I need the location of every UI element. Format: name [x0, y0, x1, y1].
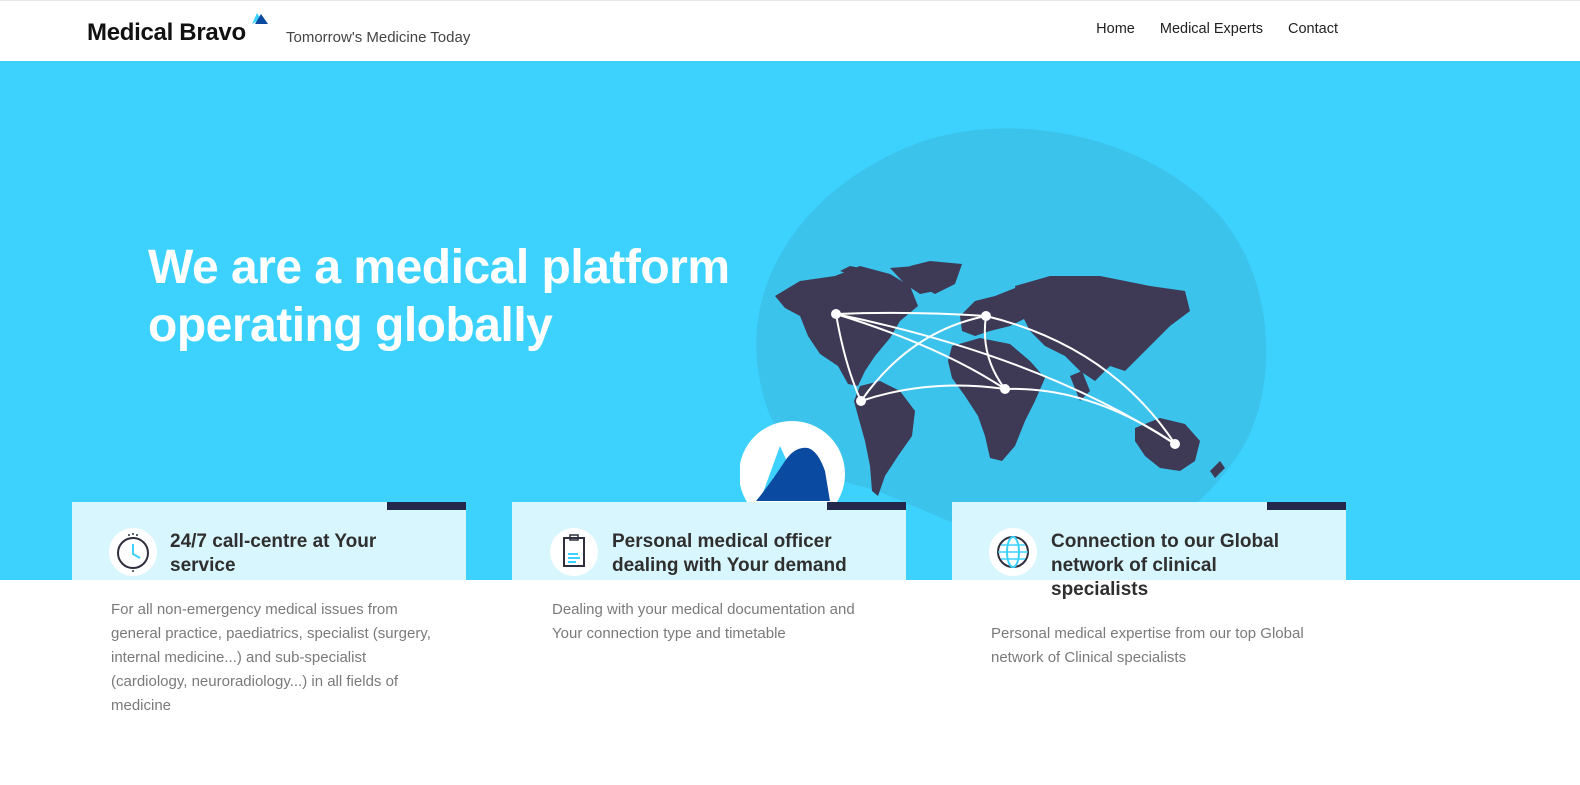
hero-title: We are a medical platform operating glob… [148, 239, 788, 355]
clock-icon [109, 528, 157, 576]
card-accent-bar [387, 502, 466, 510]
hero-title-line-1: We are a medical platform [148, 241, 730, 294]
main-nav: Home Medical Experts Contact [1096, 21, 1338, 37]
card-accent-bar [1267, 502, 1346, 510]
site-header: Medical Bravo Tomorrow's Medicine Today … [0, 0, 1580, 61]
feature-title: 24/7 call-centre at Your service [170, 531, 377, 576]
feature-description: Dealing with your medical documentation … [552, 601, 855, 642]
nav-medical-experts-link[interactable]: Medical Experts [1160, 21, 1263, 37]
globe-icon [989, 528, 1037, 576]
brand-logo-text[interactable]: Medical Bravo [87, 19, 246, 47]
card-accent-bar [827, 502, 906, 510]
nav-contact-link[interactable]: Contact [1288, 21, 1338, 37]
feature-description: For all non-emergency medical issues fro… [111, 601, 431, 714]
brand-tagline: Tomorrow's Medicine Today [286, 29, 471, 46]
brand-logo-icon [252, 13, 268, 24]
clipboard-icon [550, 528, 598, 576]
hero-title-line-2: operating globally [148, 299, 553, 352]
feature-title: Personal medical officer dealing with Yo… [612, 531, 847, 576]
feature-description: Personal medical expertise from our top … [991, 625, 1304, 666]
feature-title: Connection to our Global network of clin… [1051, 531, 1279, 600]
world-map-illustration [740, 128, 1267, 553]
nav-home-link[interactable]: Home [1096, 21, 1135, 37]
